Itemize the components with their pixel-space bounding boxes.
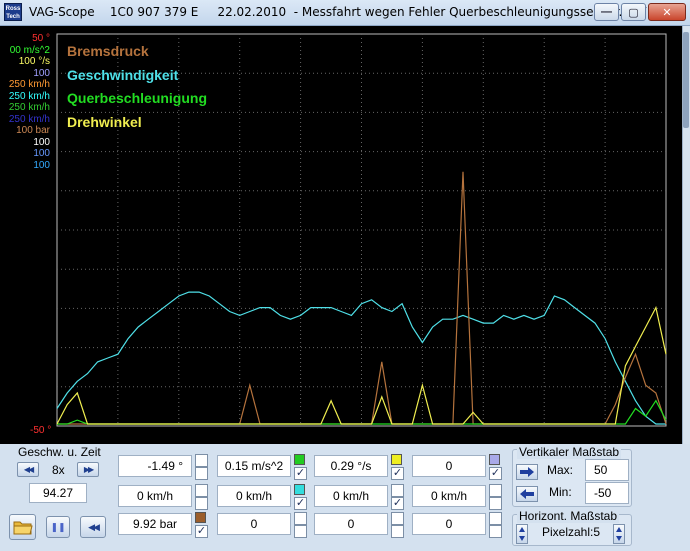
series-line-querbeschleunigung (57, 399, 667, 425)
channel-visibility-checkbox[interactable]: ✓ (489, 467, 502, 480)
window-title: VAG-Scope 1C0 907 379 E 22.02.2010 - Mes… (29, 5, 647, 19)
legend-item: Querbeschleunigung (67, 90, 208, 106)
scale-label: 50 ° (32, 33, 50, 44)
play-back-button[interactable]: ◀◀ (80, 516, 106, 538)
scale-label: 250 km/h (8, 90, 50, 102)
channel-color-swatch[interactable] (294, 484, 305, 495)
channel-visibility-checkbox[interactable]: ✓ (195, 525, 208, 538)
channel-checkbox[interactable] (489, 484, 502, 497)
horizontal-scale-title: Horizont. Maßstab (517, 509, 620, 523)
channel-visibility-checkbox[interactable] (294, 525, 307, 538)
pause-button[interactable]: ❚❚ (46, 516, 70, 538)
spinner-up-down-icon (616, 527, 622, 541)
control-panel: Geschw. u. Zeit ◀◀ 8x ▶▶ 94.27 ❚❚ ◀◀ -1.… (0, 444, 690, 551)
open-file-button[interactable] (9, 514, 36, 540)
speed-group-title: Geschw. u. Zeit (16, 445, 103, 459)
channel-value-field: 0.15 m/s^2 (217, 455, 291, 477)
scale-label: 100 bar (16, 125, 50, 136)
rewind-button[interactable]: ◀◀ (17, 462, 39, 477)
scale-label: 100 °/s (18, 56, 50, 67)
channel-value-field: 0.29 °/s (314, 455, 388, 477)
vertical-scrollbar[interactable] (682, 26, 690, 444)
channel-visibility-checkbox[interactable] (391, 525, 404, 538)
legend-item: Drehwinkel (67, 113, 142, 130)
channel-visibility-checkbox[interactable] (195, 467, 208, 480)
scale-right-button[interactable] (516, 464, 538, 480)
channel-visibility-checkbox[interactable]: ✓ (391, 467, 404, 480)
vertical-scale-title: Vertikaler Maßstab (517, 445, 622, 459)
close-button[interactable]: ✕ (648, 3, 686, 21)
scale-left-button[interactable] (516, 486, 538, 502)
max-label: Max: (547, 463, 574, 477)
speed-multiplier: 8x (52, 463, 65, 477)
scale-label: 250 km/h (8, 102, 50, 113)
scale-label: 100 (33, 148, 50, 159)
min-label: Min: (549, 485, 572, 499)
title-bar: Ross Tech VAG-Scope 1C0 907 379 E 22.02.… (0, 0, 690, 26)
channel-value-field: 0 (412, 455, 486, 477)
channel-visibility-checkbox[interactable] (489, 497, 502, 510)
fast-forward-button[interactable]: ▶▶ (77, 462, 99, 477)
channel-visibility-checkbox[interactable]: ✓ (294, 467, 307, 480)
channel-color-swatch[interactable] (195, 512, 206, 523)
channel-visibility-checkbox[interactable]: ✓ (391, 497, 404, 510)
channel-checkbox[interactable] (391, 484, 404, 497)
channel-value-field: 0 km/h (412, 485, 486, 507)
scale-label: 100 (33, 159, 50, 171)
folder-icon (13, 521, 33, 535)
scale-bottom-label: -50 ° (30, 425, 52, 436)
channel-value-field: -1.49 ° (118, 455, 192, 477)
channel-checkbox[interactable] (391, 512, 404, 525)
channel-checkbox[interactable] (294, 512, 307, 525)
channel-value-field: 0 (412, 513, 486, 535)
channel-value-field: 0 (314, 513, 388, 535)
channel-checkbox[interactable] (195, 484, 208, 497)
channel-visibility-checkbox[interactable]: ✓ (294, 497, 307, 510)
arrow-left-icon (520, 489, 534, 499)
app-icon: Ross Tech (4, 3, 22, 21)
arrow-right-icon (520, 467, 534, 477)
scope-plot[interactable]: 50 ° 00 m/s^2 100 °/s 100 250 km/h 250 km/h 25… (0, 26, 690, 444)
scale-label: 100 (33, 67, 50, 79)
scope-chart (56, 33, 667, 427)
spinner-up-down-icon (519, 527, 525, 541)
scale-label: 250 km/h (8, 113, 50, 125)
channel-value-field: 0 km/h (118, 485, 192, 507)
channel-color-swatch[interactable] (489, 454, 500, 465)
scrollbar-thumb[interactable] (683, 32, 689, 128)
channel-value-field: 9.92 bar (118, 513, 192, 535)
minimize-button[interactable]: — (594, 3, 619, 21)
channel-color-swatch[interactable] (391, 454, 402, 465)
min-input[interactable]: -50 (585, 482, 629, 504)
max-input[interactable]: 50 (585, 459, 629, 481)
channel-checkbox[interactable] (195, 454, 208, 467)
channel-value-field: 0 km/h (314, 485, 388, 507)
time-field[interactable]: 94.27 (29, 483, 87, 503)
channel-visibility-checkbox[interactable] (489, 525, 502, 538)
pixel-count-label: Pixelzahl:5 (542, 525, 601, 539)
channel-checkbox[interactable] (489, 512, 502, 525)
h-scale-spinner-left[interactable] (516, 524, 528, 544)
legend-item: Bremsdruck (67, 43, 149, 59)
channel-value-field: 0 km/h (217, 485, 291, 507)
h-scale-spinner-right[interactable] (613, 524, 625, 544)
scale-label: 250 km/h (8, 79, 50, 90)
channel-color-swatch[interactable] (294, 454, 305, 465)
maximize-button[interactable]: ▢ (621, 3, 646, 21)
legend-item: Geschwindigkeit (67, 66, 179, 83)
scale-label: 100 (33, 136, 50, 148)
scale-label: 00 m/s^2 (9, 44, 50, 56)
channel-visibility-checkbox[interactable] (195, 497, 208, 510)
channel-value-field: 0 (217, 513, 291, 535)
